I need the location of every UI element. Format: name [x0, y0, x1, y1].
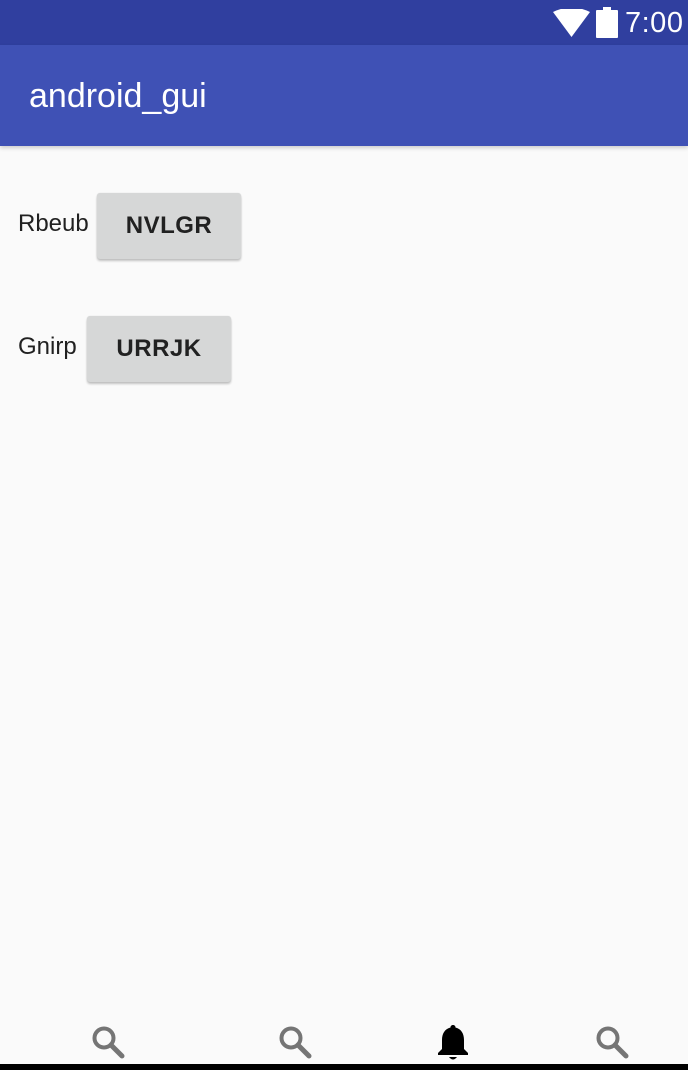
screen: 7:00 android_gui Rbeub NVLGR Gnirp URRJK: [0, 0, 688, 1070]
bottom-edge: [0, 1064, 688, 1070]
nav-item-notifications[interactable]: [431, 1022, 475, 1062]
nvlgr-button[interactable]: NVLGR: [97, 193, 241, 259]
urrjk-button[interactable]: URRJK: [87, 316, 231, 382]
search-icon: [92, 1026, 125, 1059]
content-area: Rbeub NVLGR Gnirp URRJK: [0, 146, 688, 1016]
row-label-gnirp: Gnirp: [18, 333, 77, 360]
status-bar: 7:00: [0, 0, 688, 45]
battery-icon: [596, 7, 618, 38]
nav-item-search-1[interactable]: [86, 1022, 130, 1062]
search-icon: [279, 1026, 312, 1059]
bell-icon: [438, 1025, 468, 1060]
status-clock: 7:00: [625, 7, 684, 39]
nav-item-search-3[interactable]: [590, 1022, 634, 1062]
bottom-navigation: [0, 1016, 688, 1064]
row-label-rbeub: Rbeub: [18, 210, 89, 237]
app-title: android_gui: [29, 77, 207, 115]
wifi-icon: [553, 9, 590, 37]
nav-item-search-2[interactable]: [273, 1022, 317, 1062]
app-bar: android_gui: [0, 45, 688, 146]
search-icon: [596, 1026, 629, 1059]
